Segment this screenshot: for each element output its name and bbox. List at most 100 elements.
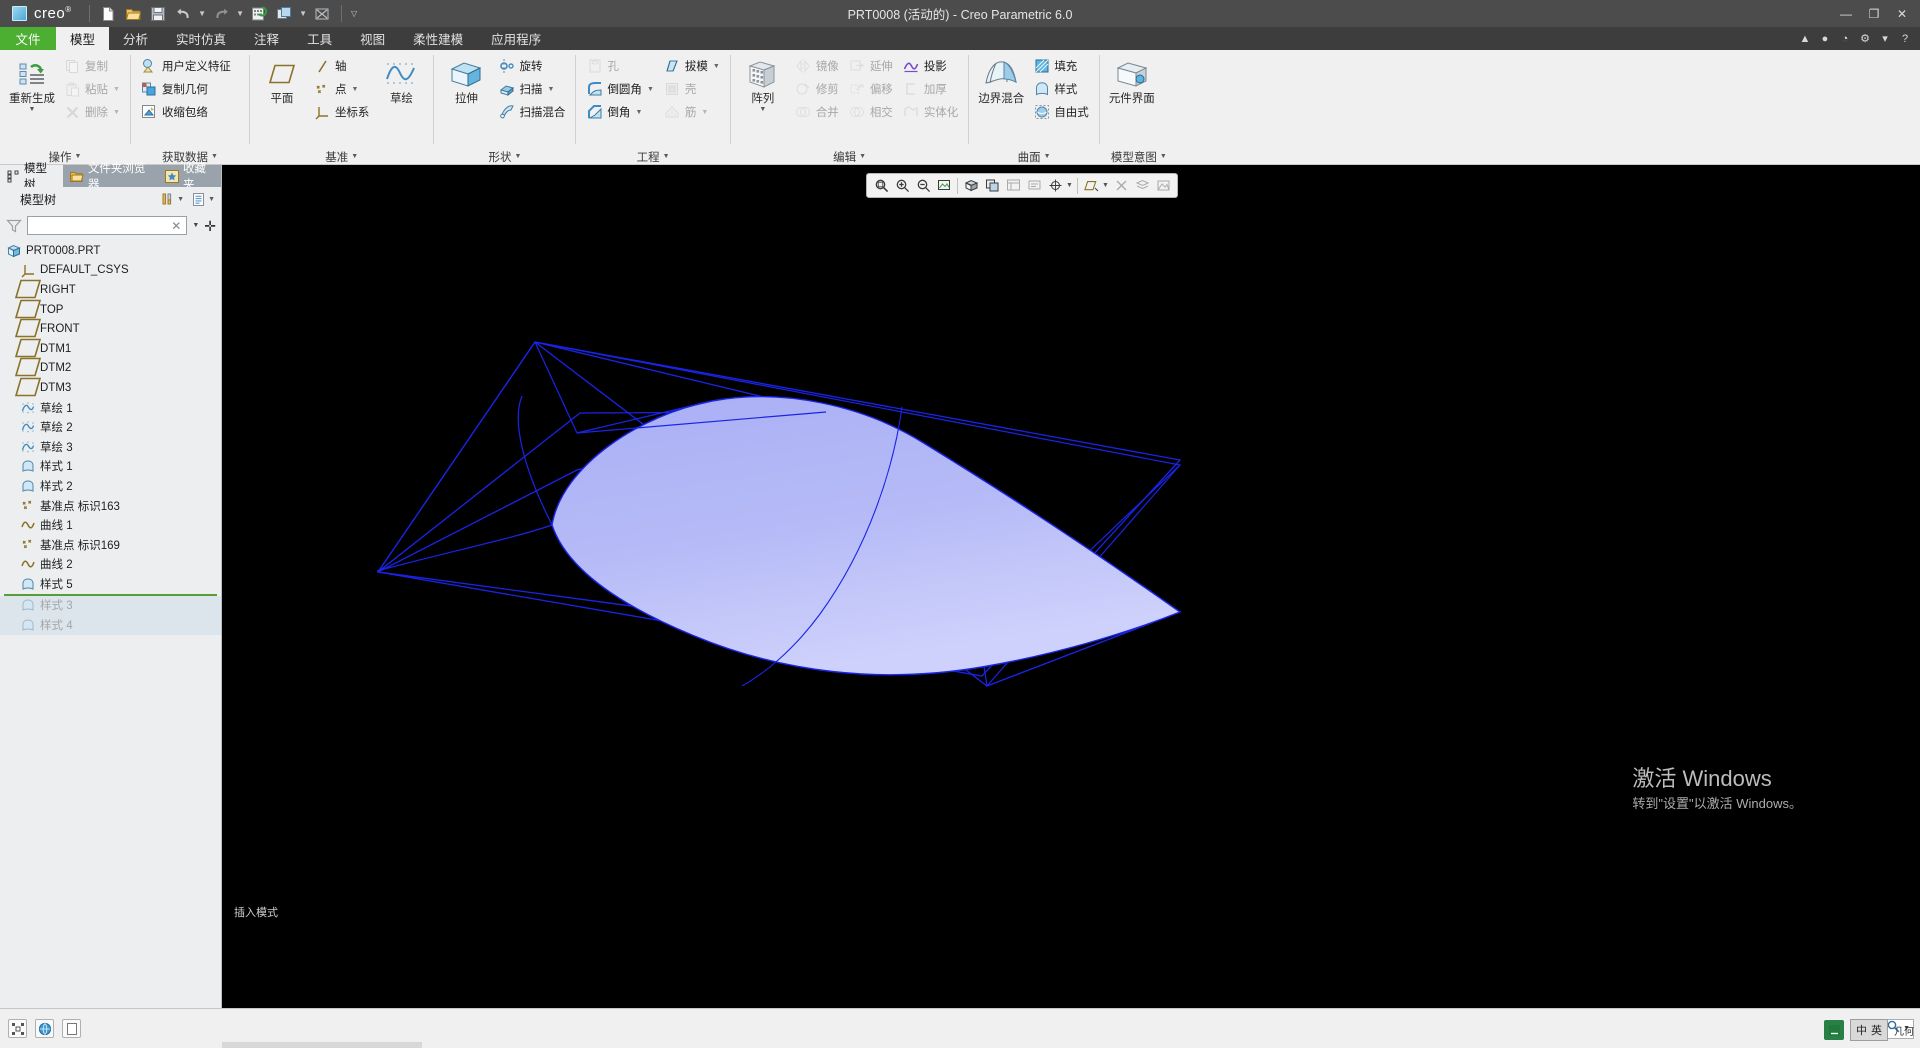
selection-filter-icon[interactable] xyxy=(8,1019,27,1038)
tree-tools-button[interactable]: ▼ xyxy=(159,192,184,208)
chevron-down-icon[interactable]: ▼ xyxy=(211,153,218,160)
help-icon[interactable]: ? xyxy=(1898,32,1912,46)
tree-display-dropdown-icon[interactable]: ▼ xyxy=(208,196,215,203)
chevron-down-icon[interactable]: ▼ xyxy=(514,153,521,160)
navigator-tab-2[interactable]: 收藏夹 xyxy=(158,163,221,191)
tree-filter-input[interactable]: ✕ xyxy=(27,216,188,235)
navigator-tab-0[interactable]: 模型树 xyxy=(0,163,63,191)
redo-icon[interactable] xyxy=(210,3,233,24)
ribbon-button-extrude-big[interactable]: 拉伸 xyxy=(440,55,492,106)
clock-icon[interactable]: ◔ xyxy=(1838,32,1852,46)
tab-1[interactable]: 模型 xyxy=(56,27,110,50)
maximize-button[interactable]: ❐ xyxy=(1860,0,1888,27)
tree-item[interactable]: 样式 4 xyxy=(0,615,221,635)
tree-tools-dropdown-icon[interactable]: ▼ xyxy=(177,196,184,203)
clear-icon[interactable]: ✕ xyxy=(169,219,183,233)
navigator-tab-1[interactable]: 文件夹浏览器 xyxy=(62,163,159,191)
chevron-down-icon[interactable]: ▼ xyxy=(713,63,720,70)
tab-7[interactable]: 柔性建模 xyxy=(399,27,477,50)
ribbon-button-chamfer[interactable]: 倒角 ▼ xyxy=(582,101,657,123)
ribbon-button-swept-blend[interactable]: 扫描混合 xyxy=(494,101,569,123)
chevron-down-icon[interactable]: ▼ xyxy=(1044,153,1051,160)
ribbon-group-label-3[interactable]: 形状 ▼ xyxy=(434,148,575,165)
model-tree[interactable]: PRT0008.PRT DEFAULT_CSYS RIGHT TOP FRONT DTM1… xyxy=(0,239,221,1008)
tree-item[interactable]: 样式 5 xyxy=(0,574,221,594)
tree-display-button[interactable]: ▼ xyxy=(190,192,215,208)
ribbon-button-project[interactable]: 投影 xyxy=(899,55,963,77)
window-dropdown-icon[interactable]: ▼ xyxy=(298,3,309,24)
ribbon-button-shrinkwrap[interactable]: 收缩包络 xyxy=(137,101,235,123)
chevron-down-icon[interactable]: ▼ xyxy=(635,109,642,116)
ribbon-button-draft[interactable]: 拔模 ▼ xyxy=(660,55,724,77)
redo-dropdown-icon[interactable]: ▼ xyxy=(235,3,246,24)
chevron-down-icon[interactable]: ▼ xyxy=(759,106,766,114)
chevron-down-icon[interactable]: ▼ xyxy=(29,106,36,114)
chevron-down-icon[interactable]: ▼ xyxy=(859,153,866,160)
tree-item[interactable]: 基准点 标识169 xyxy=(0,535,221,555)
dropdown-icon[interactable]: ▾ xyxy=(1878,32,1892,46)
collapse-ribbon-icon[interactable]: ▲ xyxy=(1798,32,1812,46)
ribbon-button-datum-axis[interactable]: 轴 xyxy=(310,55,374,77)
ribbon-group-label-7[interactable]: 模型意图 ▼ xyxy=(1100,148,1178,165)
tree-item[interactable]: 样式 3 xyxy=(0,595,221,616)
tree-item[interactable]: 草绘 2 xyxy=(0,417,221,437)
app-icon[interactable] xyxy=(1824,1020,1844,1040)
ribbon-button-copy-geometry[interactable]: 复制几何 xyxy=(137,78,235,100)
boundary-blend-surface[interactable] xyxy=(551,396,1182,676)
tab-6[interactable]: 视图 xyxy=(346,27,399,50)
ribbon-button-coordinate-system[interactable]: 坐标系 xyxy=(310,101,374,123)
settings-icon[interactable]: ⚙ xyxy=(1858,32,1872,46)
ribbon-button-round[interactable]: 倒圆角 ▼ xyxy=(582,78,657,100)
ime-indicator[interactable]: 中 英 xyxy=(1850,1019,1888,1041)
ribbon-button-regenerate-big[interactable]: 重新生成 ▼ xyxy=(6,55,58,114)
ribbon-button-style[interactable]: 样式 xyxy=(1029,78,1093,100)
ribbon-button-datum-plane-big[interactable]: 平面 xyxy=(256,55,308,106)
close-window-icon[interactable] xyxy=(311,3,334,24)
ribbon-button-freestyle[interactable]: 自由式 xyxy=(1029,101,1093,123)
tree-item[interactable]: 草绘 3 xyxy=(0,437,221,457)
tab-8[interactable]: 应用程序 xyxy=(477,27,555,50)
new-file-icon[interactable] xyxy=(97,3,120,24)
tab-2[interactable]: 分析 xyxy=(109,27,162,50)
tab-5[interactable]: 工具 xyxy=(293,27,346,50)
ribbon-button-component-interface-big[interactable]: 元件界面 xyxy=(1106,55,1158,106)
ribbon-button-pattern-big[interactable]: 阵列 ▼ xyxy=(737,55,789,114)
ribbon-button-sketch-big2[interactable]: 草绘 xyxy=(375,55,427,106)
page-icon[interactable] xyxy=(62,1019,81,1038)
geometry-chip[interactable]: 几何 xyxy=(1894,1020,1914,1040)
tree-item[interactable]: PRT0008.PRT xyxy=(0,241,221,261)
ribbon-group-label-5[interactable]: 编辑 ▼ xyxy=(731,148,969,165)
tree-filter-field[interactable] xyxy=(31,219,170,232)
undo-icon[interactable] xyxy=(172,3,195,24)
chevron-down-icon[interactable]: ▼ xyxy=(192,222,199,229)
tab-3[interactable]: 实时仿真 xyxy=(162,27,240,50)
chevron-down-icon[interactable]: ▼ xyxy=(351,153,358,160)
ribbon-button-boundary-blend-big[interactable]: 边界混合 xyxy=(975,55,1027,106)
window-switch-icon[interactable] xyxy=(273,3,296,24)
tree-item[interactable]: 基准点 标识163 xyxy=(0,496,221,516)
ribbon-group-label-2[interactable]: 基准 ▼ xyxy=(250,148,434,165)
qat-customize-icon[interactable]: ▽ xyxy=(349,3,360,24)
tree-item[interactable]: 样式 1 xyxy=(0,457,221,477)
ribbon-group-label-4[interactable]: 工程 ▼ xyxy=(576,148,729,165)
ribbon-group-label-6[interactable]: 曲面 ▼ xyxy=(969,148,1099,165)
graphics-window[interactable]: ▼ ▼ 插入模式 激活 Windows 转到"设置"以激活 Windows。 xyxy=(222,165,1920,1008)
plus-icon[interactable]: ✛ xyxy=(204,219,216,233)
horizontal-scrollbar[interactable] xyxy=(222,1042,422,1048)
tree-item[interactable]: 样式 2 xyxy=(0,476,221,496)
chevron-down-icon[interactable]: ▼ xyxy=(663,153,670,160)
chevron-down-icon[interactable]: ▼ xyxy=(547,86,554,93)
tree-item[interactable]: 曲线 1 xyxy=(0,515,221,535)
record-icon[interactable]: ● xyxy=(1818,32,1832,46)
cad-model-canvas[interactable] xyxy=(222,165,1920,1008)
ribbon-button-sweep[interactable]: 扫描 ▼ xyxy=(494,78,569,100)
tree-item[interactable]: DTM3 xyxy=(0,377,221,398)
open-file-icon[interactable] xyxy=(122,3,145,24)
globe-icon[interactable] xyxy=(35,1019,54,1038)
chevron-down-icon[interactable]: ▼ xyxy=(75,153,82,160)
chevron-down-icon[interactable]: ▼ xyxy=(351,86,358,93)
tab-4[interactable]: 注释 xyxy=(240,27,293,50)
ribbon-button-revolve[interactable]: 旋转 xyxy=(494,55,569,77)
minimize-button[interactable]: — xyxy=(1832,0,1860,27)
tab-0[interactable]: 文件 xyxy=(0,27,56,50)
